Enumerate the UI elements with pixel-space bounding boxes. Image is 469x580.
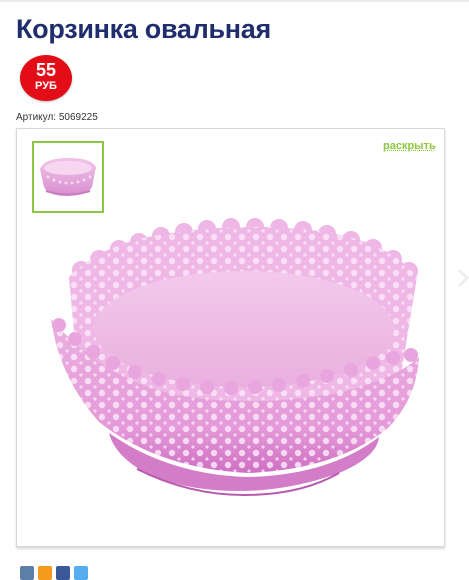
odnoklassniki-icon[interactable] <box>38 566 52 580</box>
next-arrow-icon[interactable] <box>457 268 469 288</box>
sku-line: Артикул: 5069225 <box>16 112 98 123</box>
product-gallery: раскрыть <box>16 128 445 547</box>
vkontakte-icon[interactable] <box>20 566 34 580</box>
price-currency: РУБ <box>35 80 57 92</box>
twitter-icon[interactable] <box>74 566 88 580</box>
top-divider <box>0 0 469 2</box>
sku-label: Артикул: <box>16 112 57 123</box>
page-title: Корзинка овальная <box>16 14 271 44</box>
price-badge: 55 РУБ <box>20 55 72 101</box>
expand-link[interactable]: раскрыть <box>383 140 436 152</box>
share-bar <box>20 566 88 580</box>
sku-value: 5069225 <box>58 112 98 123</box>
facebook-icon[interactable] <box>56 566 70 580</box>
basket-thumbnail-icon <box>40 157 96 196</box>
basket-photo <box>51 218 419 497</box>
gallery-thumbnail[interactable] <box>32 141 104 213</box>
price-value: 55 <box>35 60 57 80</box>
